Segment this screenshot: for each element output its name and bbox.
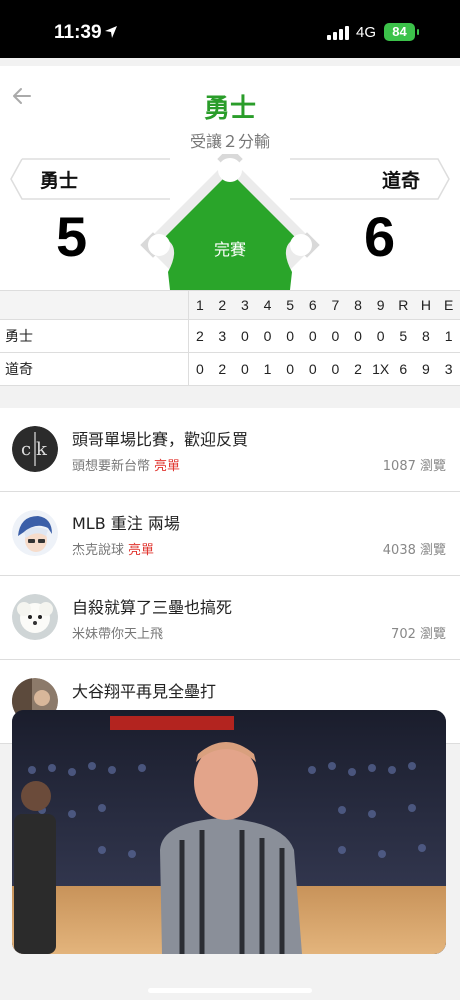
away-team-name: 勇士 <box>40 170 79 192</box>
header-inning-2: 2 <box>210 291 234 320</box>
status-time: 11:39 <box>54 22 102 43</box>
post-title: MLB 重注 兩場 <box>72 514 180 533</box>
status-bar: 11:39 4G 84 <box>0 0 460 58</box>
spread-text: 受讓２分輸 <box>189 132 270 151</box>
baseball-diamond: 完賽 <box>140 146 320 330</box>
inning-score: 0 <box>278 319 302 353</box>
author-name: 米妹帶你天上飛 <box>72 627 164 642</box>
header-errors: E <box>437 291 460 320</box>
line-score-table: 1 2 3 4 5 6 7 8 9 R H E 勇士 2 3 0 0 0 0 0… <box>0 290 460 386</box>
header-inning-7: 7 <box>324 291 347 320</box>
line-score-header: 1 2 3 4 5 6 7 8 9 R H E <box>0 291 460 320</box>
post-title: 大谷翔平再見全壘打 <box>72 682 217 701</box>
post-author: 頭想要新台幣 亮單 <box>72 455 180 474</box>
inning-score: 0 <box>301 352 325 386</box>
post-tag: 亮單 <box>128 543 155 558</box>
header-hits: H <box>414 291 438 320</box>
avatar-anime-girl <box>12 510 58 556</box>
total-hits: 8 <box>414 319 438 353</box>
inning-score: 0 <box>188 352 211 386</box>
row-team-name: 勇士 <box>0 319 189 353</box>
inning-score: 2 <box>346 352 370 386</box>
row-team-name: 道奇 <box>0 352 189 386</box>
total-hits: 9 <box>414 352 438 386</box>
post-tag: 亮單 <box>154 459 181 474</box>
picture-in-picture-video[interactable] <box>12 710 446 954</box>
inning-score: 0 <box>301 319 325 353</box>
avatar-ck-logo: c k <box>12 426 58 472</box>
inning-score: 0 <box>233 352 257 386</box>
header-team <box>0 291 189 320</box>
inning-score: 0 <box>324 352 347 386</box>
header-inning-6: 6 <box>301 291 325 320</box>
header-runs: R <box>391 291 415 320</box>
post-item[interactable]: c k 頭哥單場比賽，歡迎反買 頭想要新台幣 亮單 1087 瀏覽 <box>0 408 460 492</box>
battery-level: 84 <box>392 24 407 39</box>
header-inning-1: 1 <box>188 291 211 320</box>
svg-text:c: c <box>21 439 31 460</box>
inning-score: 0 <box>233 319 257 353</box>
inning-score: 2 <box>188 319 211 353</box>
inning-score: 1X <box>369 352 392 386</box>
post-title: 自殺就算了三壘也搞死 <box>72 598 233 617</box>
author-name: 杰克說球 <box>72 543 125 558</box>
home-team-name: 道奇 <box>381 170 420 192</box>
inning-score: 1 <box>256 352 279 386</box>
header-inning-5: 5 <box>278 291 302 320</box>
post-item[interactable]: 自殺就算了三壘也搞死 米妹帶你天上飛 702 瀏覽 <box>0 576 460 660</box>
post-feed: c k 頭哥單場比賽，歡迎反買 頭想要新台幣 亮單 1087 瀏覽 MLB 重注… <box>0 408 460 744</box>
post-views: 1087 瀏覽 <box>382 459 446 474</box>
home-indicator[interactable] <box>148 988 312 993</box>
post-author: 米妹帶你天上飛 <box>72 623 163 642</box>
post-author: 杰克說球 亮單 <box>72 539 154 558</box>
inning-score: 0 <box>278 352 302 386</box>
inning-score: 0 <box>256 319 279 353</box>
header-inning-3: 3 <box>233 291 257 320</box>
favored-team-title: 勇士 <box>203 94 256 124</box>
total-runs: 6 <box>391 352 415 386</box>
battery-icon: 84 <box>384 23 419 41</box>
inning-score: 2 <box>210 352 234 386</box>
svg-text:k: k <box>36 439 48 460</box>
app-screen: 勇士 受讓２分輸 勇士 道奇 5 6 完賽 1 2 3 4 5 6 7 8 9 … <box>0 58 460 1000</box>
total-errors: 1 <box>437 319 460 353</box>
away-score: 5 <box>56 205 88 268</box>
location-arrow-icon <box>105 26 117 38</box>
header-inning-9: 9 <box>369 291 392 320</box>
header-inning-4: 4 <box>256 291 279 320</box>
home-score: 6 <box>364 205 396 268</box>
inning-score: 0 <box>324 319 347 353</box>
game-status: 完賽 <box>213 240 246 259</box>
total-runs: 5 <box>391 319 415 353</box>
total-errors: 3 <box>437 352 460 386</box>
avatar-white-dog <box>12 594 58 640</box>
inning-score: 0 <box>346 319 370 353</box>
line-score-row-away: 勇士 2 3 0 0 0 0 0 0 0 5 8 1 <box>0 319 460 353</box>
post-views: 4038 瀏覽 <box>382 543 446 558</box>
network-type: 4G <box>356 24 377 41</box>
header-inning-8: 8 <box>346 291 370 320</box>
game-header: 勇士 受讓２分輸 勇士 道奇 5 6 完賽 <box>0 66 460 330</box>
cellular-signal-icon <box>327 26 349 40</box>
post-title: 頭哥單場比賽，歡迎反買 <box>72 430 249 449</box>
author-name: 頭想要新台幣 <box>72 459 151 474</box>
line-score-row-home: 道奇 0 2 0 1 0 0 0 2 1X 6 9 3 <box>0 352 460 386</box>
post-views: 702 瀏覽 <box>391 627 446 642</box>
inning-score: 3 <box>210 319 234 353</box>
post-item[interactable]: MLB 重注 兩場 杰克說球 亮單 4038 瀏覽 <box>0 492 460 576</box>
inning-score: 0 <box>369 319 392 353</box>
